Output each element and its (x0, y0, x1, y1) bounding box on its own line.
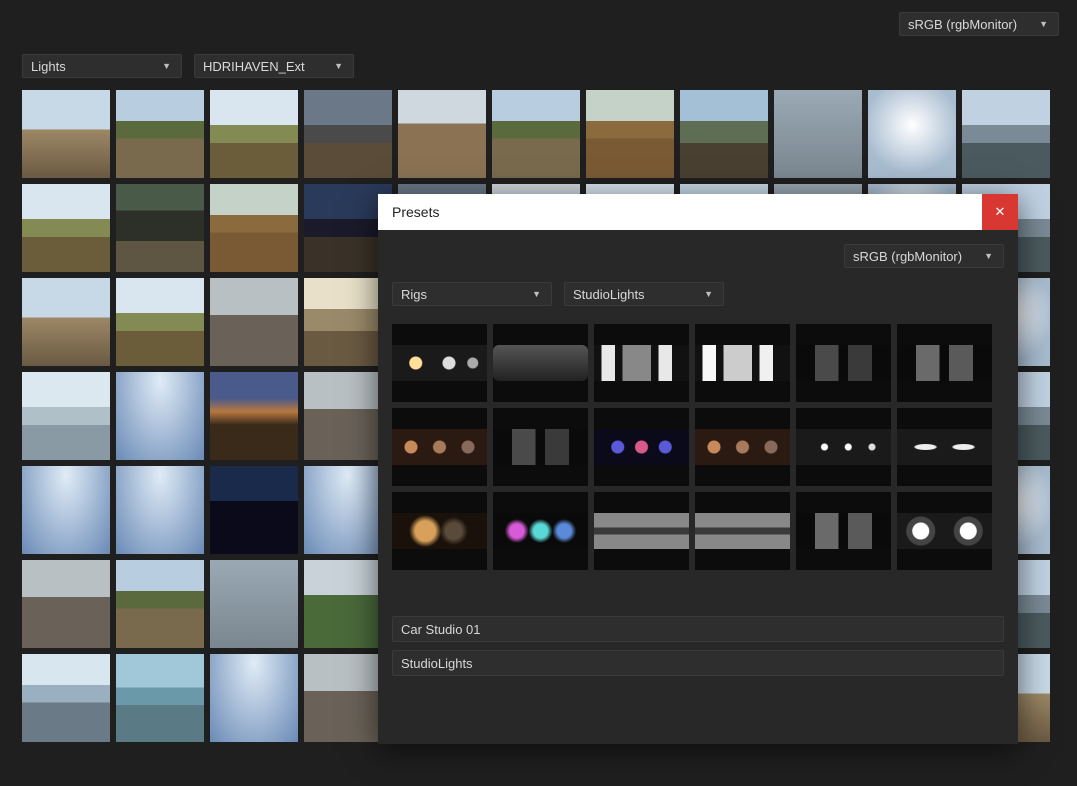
preset-name-field[interactable]: Car Studio 01 (392, 616, 1004, 642)
modal-footer: Car Studio 01 StudioLights (378, 580, 1018, 686)
chevron-down-icon: ▼ (532, 289, 541, 299)
hdri-thumb[interactable] (680, 90, 768, 178)
studio-thumb[interactable] (594, 408, 689, 486)
hdri-thumb[interactable] (492, 90, 580, 178)
studio-thumb[interactable] (392, 324, 487, 402)
hdri-thumb[interactable] (586, 90, 674, 178)
studio-thumb[interactable] (796, 324, 891, 402)
hdri-thumb[interactable] (210, 90, 298, 178)
studio-thumb[interactable] (493, 408, 588, 486)
studio-grid (378, 306, 1018, 580)
modal-collection-label: StudioLights (573, 287, 645, 302)
colorspace-dropdown[interactable]: sRGB (rgbMonitor) ▼ (899, 12, 1059, 36)
studio-thumb[interactable] (897, 324, 992, 402)
studio-thumb[interactable] (594, 324, 689, 402)
hdri-thumb[interactable] (868, 90, 956, 178)
hdri-thumb[interactable] (22, 466, 110, 554)
preset-name-value: Car Studio 01 (401, 622, 481, 637)
hdri-thumb[interactable] (22, 90, 110, 178)
hdri-thumb[interactable] (210, 466, 298, 554)
studio-thumb[interactable] (695, 492, 790, 570)
collection-dropdown[interactable]: HDRIHAVEN_Ext ▼ (194, 54, 354, 78)
presets-dialog: Presets ✕ sRGB (rgbMonitor) ▼ Rigs ▼ Stu… (378, 194, 1018, 744)
main-filters: Lights ▼ HDRIHAVEN_Ext ▼ (22, 54, 354, 78)
chevron-down-icon: ▼ (984, 251, 993, 261)
collection-name-value: StudioLights (401, 656, 473, 671)
hdri-thumb[interactable] (210, 184, 298, 272)
studio-thumb[interactable] (796, 408, 891, 486)
hdri-thumb[interactable] (116, 278, 204, 366)
hdri-thumb[interactable] (210, 278, 298, 366)
hdri-thumb[interactable] (398, 90, 486, 178)
hdri-thumb[interactable] (22, 560, 110, 648)
colorspace-label: sRGB (rgbMonitor) (908, 17, 1017, 32)
dialog-titlebar: Presets ✕ (378, 194, 1018, 230)
hdri-thumb[interactable] (116, 90, 204, 178)
hdri-thumb[interactable] (22, 278, 110, 366)
hdri-thumb[interactable] (210, 654, 298, 742)
hdri-thumb[interactable] (116, 372, 204, 460)
category-dropdown[interactable]: Lights ▼ (22, 54, 182, 78)
collection-name-field[interactable]: StudioLights (392, 650, 1004, 676)
chevron-down-icon: ▼ (704, 289, 713, 299)
collection-label: HDRIHAVEN_Ext (203, 59, 305, 74)
modal-colorspace-label: sRGB (rgbMonitor) (853, 249, 962, 264)
hdri-thumb[interactable] (210, 560, 298, 648)
hdri-thumb[interactable] (304, 90, 392, 178)
hdri-thumb[interactable] (22, 372, 110, 460)
studio-thumb[interactable] (897, 492, 992, 570)
close-button[interactable]: ✕ (982, 194, 1018, 230)
studio-thumb[interactable] (392, 492, 487, 570)
modal-filters: Rigs ▼ StudioLights ▼ (378, 268, 1018, 306)
hdri-thumb[interactable] (210, 372, 298, 460)
studio-thumb[interactable] (897, 408, 992, 486)
dialog-title: Presets (392, 204, 439, 220)
studio-thumb[interactable] (493, 324, 588, 402)
hdri-thumb[interactable] (962, 90, 1050, 178)
hdri-thumb[interactable] (116, 654, 204, 742)
studio-thumb[interactable] (493, 492, 588, 570)
close-icon: ✕ (995, 204, 1006, 220)
modal-category-label: Rigs (401, 287, 427, 302)
hdri-thumb[interactable] (116, 466, 204, 554)
studio-thumb[interactable] (392, 408, 487, 486)
hdri-thumb[interactable] (22, 184, 110, 272)
modal-category-dropdown[interactable]: Rigs ▼ (392, 282, 552, 306)
chevron-down-icon: ▼ (162, 61, 171, 71)
studio-thumb[interactable] (695, 324, 790, 402)
studio-thumb[interactable] (594, 492, 689, 570)
chevron-down-icon: ▼ (334, 61, 343, 71)
modal-colorspace-dropdown[interactable]: sRGB (rgbMonitor) ▼ (844, 244, 1004, 268)
modal-collection-dropdown[interactable]: StudioLights ▼ (564, 282, 724, 306)
studio-thumb[interactable] (796, 492, 891, 570)
hdri-thumb[interactable] (774, 90, 862, 178)
studio-thumb[interactable] (695, 408, 790, 486)
hdri-thumb[interactable] (116, 560, 204, 648)
category-label: Lights (31, 59, 66, 74)
hdri-thumb[interactable] (22, 654, 110, 742)
hdri-thumb[interactable] (116, 184, 204, 272)
chevron-down-icon: ▼ (1039, 19, 1048, 29)
